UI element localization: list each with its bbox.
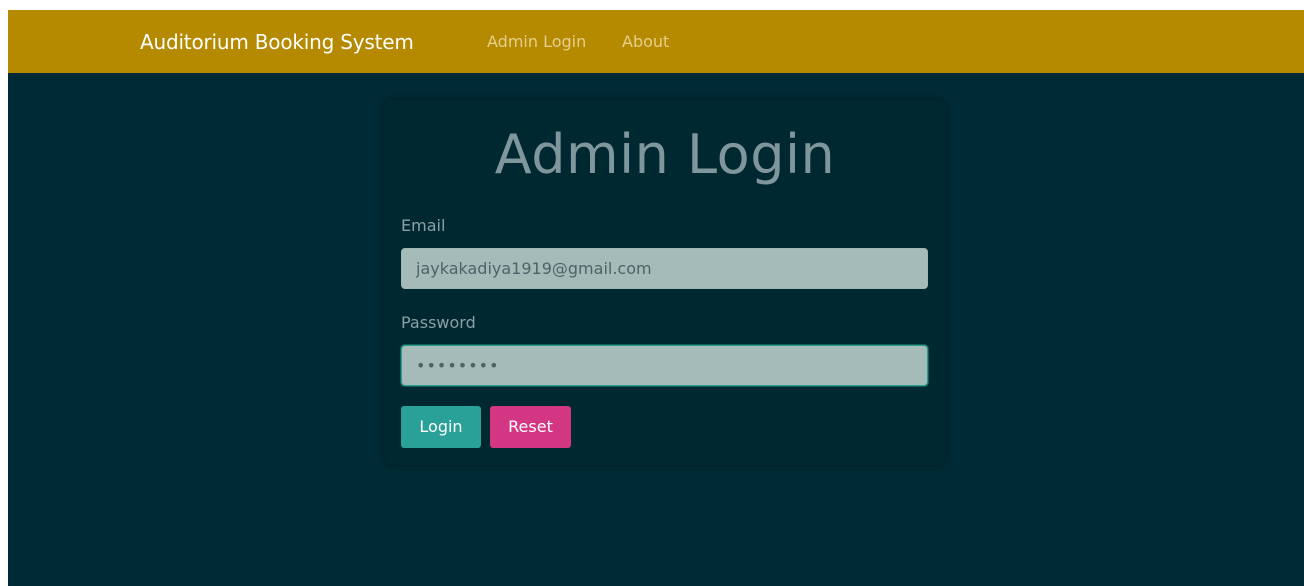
- brand-title[interactable]: Auditorium Booking System: [140, 29, 414, 55]
- email-label: Email: [401, 216, 446, 235]
- navbar: Auditorium Booking System Admin Login Ab…: [8, 10, 1304, 73]
- nav-link-admin-login[interactable]: Admin Login: [487, 32, 586, 52]
- email-field[interactable]: [401, 248, 928, 289]
- login-button[interactable]: Login: [401, 406, 481, 448]
- password-field[interactable]: [401, 345, 928, 386]
- password-label: Password: [401, 313, 476, 332]
- login-card: Admin Login Email Password Login Reset: [384, 100, 946, 465]
- reset-button[interactable]: Reset: [490, 406, 571, 448]
- nav-link-about[interactable]: About: [622, 32, 669, 52]
- page-title: Admin Login: [494, 123, 836, 186]
- page-background: Auditorium Booking System Admin Login Ab…: [8, 10, 1304, 586]
